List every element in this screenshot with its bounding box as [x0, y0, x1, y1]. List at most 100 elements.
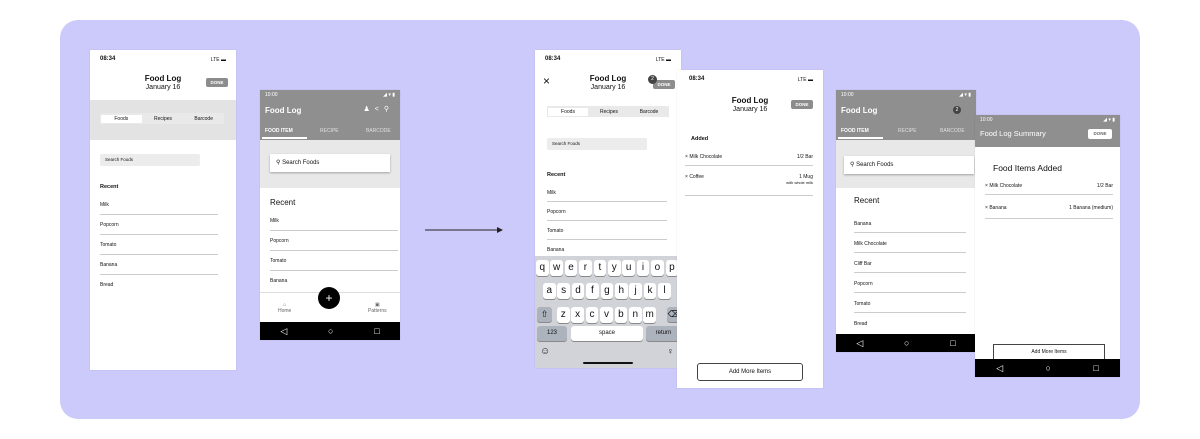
key-s[interactable]: s — [557, 283, 570, 299]
added-item[interactable]: × Coffee 1 Mug with whole milk — [685, 174, 813, 196]
tab-recipe[interactable]: RECIPE — [320, 128, 339, 134]
key-q[interactable]: q — [536, 260, 549, 276]
recent-heading: Recent — [854, 196, 880, 205]
emoji-icon[interactable]: ☺ — [540, 346, 550, 357]
key-o[interactable]: o — [651, 260, 664, 276]
key-r[interactable]: r — [579, 260, 592, 276]
search-input[interactable]: ⚲ Search Foods — [844, 156, 974, 174]
key-d[interactable]: d — [571, 283, 585, 299]
key-a[interactable]: a — [543, 283, 556, 299]
source-tabs[interactable]: Foods Recipes Barcode — [100, 113, 224, 124]
done-button[interactable]: DONE — [206, 78, 228, 87]
recents-icon[interactable]: □ — [374, 326, 379, 336]
system-nav: ◁ ○ □ — [260, 322, 400, 340]
search-input[interactable]: ⚲ Search Foods — [270, 154, 390, 172]
key-w[interactable]: w — [550, 260, 563, 276]
key-t[interactable]: t — [593, 260, 607, 276]
key-u[interactable]: u — [622, 260, 635, 276]
microphone-icon[interactable]: ♀ — [667, 346, 674, 356]
back-icon[interactable]: ◁ — [280, 326, 287, 337]
status-icons: ◢ ▾ ▮ — [959, 92, 971, 98]
key-x[interactable]: x — [571, 307, 584, 323]
status-signal: LTE ▬ — [655, 57, 671, 63]
list-item[interactable]: Popcorn — [547, 209, 667, 221]
key-k[interactable]: k — [643, 283, 657, 299]
key-z[interactable]: z — [557, 307, 570, 323]
tab-indicator — [838, 137, 883, 139]
list-item[interactable]: Banana — [100, 262, 218, 275]
key-h[interactable]: h — [615, 283, 628, 299]
tab-foods[interactable]: Foods — [548, 107, 588, 116]
add-more-items-button[interactable]: Add More Items — [697, 363, 803, 381]
tab-recipes[interactable]: Recipes — [143, 114, 184, 124]
tab-barcode[interactable]: Barcode — [183, 114, 224, 124]
home-circle-icon[interactable]: ○ — [1046, 363, 1051, 373]
list-item[interactable]: Tomato — [100, 242, 218, 255]
home-circle-icon[interactable]: ○ — [904, 338, 909, 348]
add-more-items-button[interactable]: Add More Items — [993, 344, 1105, 360]
recents-icon[interactable]: □ — [950, 338, 955, 348]
back-icon[interactable]: ◁ — [996, 363, 1003, 374]
share-icon[interactable]: < — [375, 106, 384, 113]
search-icon[interactable]: ⚲ — [384, 106, 394, 113]
bell-icon[interactable]: ♟ — [363, 106, 374, 113]
tab-recipe[interactable]: RECIPE — [898, 128, 917, 134]
summary-item[interactable]: × Milk Chocolate 1/2 Bar — [985, 183, 1113, 195]
key-e[interactable]: e — [564, 260, 578, 276]
key-return[interactable]: return — [646, 326, 681, 341]
key-n[interactable]: n — [629, 307, 642, 323]
app-title: Food Log Summary — [980, 129, 1046, 138]
list-item[interactable]: Milk Chocolate — [854, 241, 966, 253]
key-y[interactable]: y — [608, 260, 621, 276]
added-item[interactable]: × Milk Chocolate 1/2 Bar — [685, 154, 813, 166]
list-item[interactable]: Bread — [854, 321, 966, 333]
list-item[interactable]: Milk — [547, 190, 667, 202]
list-item[interactable]: Popcorn — [854, 281, 966, 293]
key-numbers[interactable]: 123 — [537, 326, 567, 341]
nav-patterns[interactable]: ▣ Patterns — [368, 302, 387, 314]
tab-barcode[interactable]: BARCODE — [940, 128, 965, 134]
key-j[interactable]: j — [629, 283, 642, 299]
home-circle-icon[interactable]: ○ — [328, 326, 333, 336]
tab-foods[interactable]: Foods — [101, 114, 142, 123]
list-item[interactable]: Tomato — [854, 301, 966, 313]
done-button[interactable]: DONE — [791, 100, 813, 109]
list-item[interactable]: Tomato — [547, 228, 667, 240]
tab-food-item[interactable]: FOOD ITEM — [265, 128, 293, 134]
tab-barcode[interactable]: Barcode — [629, 107, 669, 117]
shift-icon[interactable]: ⇧ — [537, 307, 552, 322]
key-c[interactable]: c — [585, 307, 599, 323]
fab-add-button[interactable]: + — [318, 287, 340, 309]
tab-food-item[interactable]: FOOD ITEM — [841, 128, 869, 134]
key-b[interactable]: b — [614, 307, 628, 323]
list-item[interactable]: Banana — [854, 221, 966, 233]
search-input[interactable]: Search Foods — [100, 154, 200, 166]
tab-recipes[interactable]: Recipes — [589, 107, 629, 117]
list-item[interactable]: Bread — [100, 282, 218, 295]
source-tabs[interactable]: Foods Recipes Barcode — [547, 106, 669, 117]
status-time: 08:34 — [545, 56, 561, 62]
list-item[interactable]: Popcorn — [270, 238, 398, 251]
summary-item[interactable]: × Banana 1 Banana (medium) — [985, 205, 1113, 219]
list-item[interactable]: Popcorn — [100, 222, 218, 235]
recents-icon[interactable]: □ — [1093, 363, 1098, 373]
search-input[interactable]: Search Foods — [547, 138, 647, 150]
list-item[interactable]: Cliff Bar — [854, 261, 966, 273]
key-l[interactable]: l — [658, 283, 671, 299]
list-item[interactable]: Milk — [100, 202, 218, 215]
back-icon[interactable]: ◁ — [856, 338, 863, 349]
key-m[interactable]: m — [643, 307, 656, 323]
home-indicator — [583, 362, 633, 364]
status-time: 10:00 — [841, 92, 854, 98]
tab-barcode[interactable]: BARCODE — [366, 128, 391, 134]
key-space[interactable]: space — [571, 326, 643, 341]
list-item[interactable]: Tomato — [270, 258, 398, 271]
nav-home[interactable]: ⌂ Home — [278, 302, 291, 314]
key-i[interactable]: i — [636, 260, 650, 276]
key-g[interactable]: g — [600, 283, 614, 299]
key-v[interactable]: v — [600, 307, 613, 323]
done-button[interactable]: DONE — [1088, 129, 1112, 139]
toolbar-icons[interactable]: ♟<⚲ — [363, 105, 394, 113]
list-item[interactable]: Milk — [270, 218, 398, 231]
key-f[interactable]: f — [586, 283, 599, 299]
